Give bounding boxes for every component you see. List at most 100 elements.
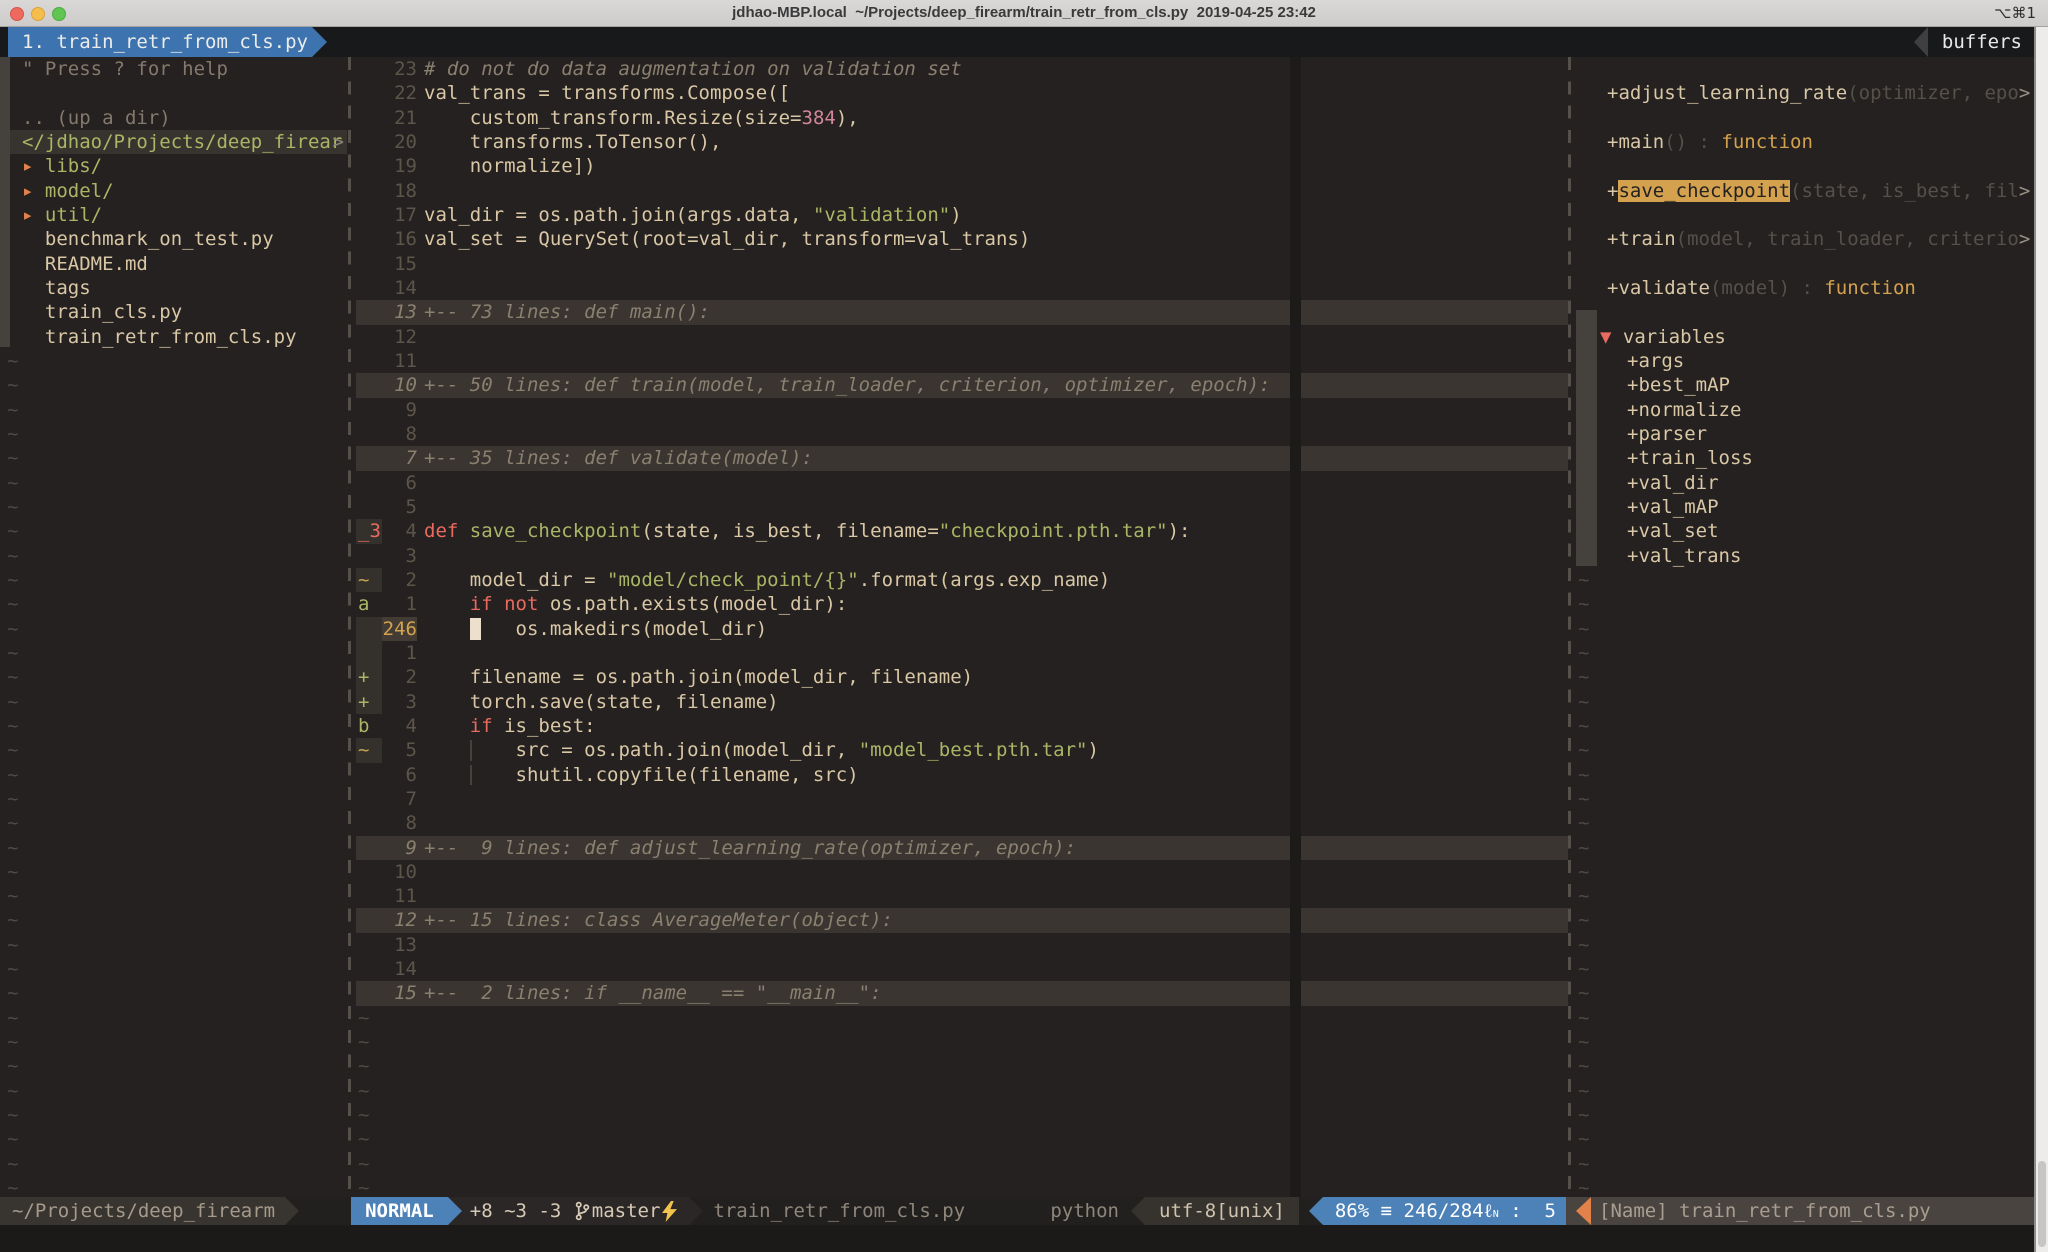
empty-line bbox=[1574, 300, 2036, 324]
code-line[interactable]: 11 bbox=[356, 349, 1568, 373]
code-line[interactable]: 13 bbox=[356, 933, 1568, 957]
tree-item[interactable]: " Press ? for help bbox=[0, 57, 347, 81]
empty-line: ~ bbox=[0, 519, 347, 543]
empty-line: ~ bbox=[1574, 860, 2036, 884]
empty-line: ~ bbox=[0, 957, 347, 981]
powerline-arrow-icon bbox=[1309, 1197, 1323, 1225]
tree-item[interactable]: ▸ util/ bbox=[0, 203, 347, 227]
code-line[interactable]: 5 bbox=[356, 495, 1568, 519]
empty-line: ~ bbox=[0, 446, 347, 470]
tag-entry[interactable]: +save_checkpoint(state, is_best, fil> bbox=[1574, 179, 2036, 203]
tree-item[interactable]: .. (up a dir) bbox=[0, 106, 347, 130]
empty-line: ~ bbox=[1574, 1006, 2036, 1030]
tag-entry[interactable]: +parser bbox=[1574, 422, 2036, 446]
cursor-line[interactable]: 246 os.makedirs(model_dir) bbox=[356, 617, 1568, 641]
empty-line: ~ bbox=[1574, 665, 2036, 689]
code-pane[interactable]: 23# do not do data augmentation on valid… bbox=[356, 57, 1568, 1197]
terminal-window: jdhao-MBP.local ~/Projects/deep_firearm/… bbox=[0, 0, 2048, 1252]
folded-line[interactable]: 7+-- 35 lines: def validate(model): bbox=[356, 446, 1568, 470]
code-line[interactable]: 11 bbox=[356, 884, 1568, 908]
folded-line[interactable]: 9+-- 9 lines: def adjust_learning_rate(o… bbox=[356, 836, 1568, 860]
tag-entry[interactable]: +val_mAP bbox=[1574, 495, 2036, 519]
code-line[interactable]: 7 bbox=[356, 787, 1568, 811]
tree-item[interactable]: </jdhao/Projects/deep_firear> bbox=[0, 130, 347, 154]
tab-train-retr-from-cls[interactable]: 1. train_retr_from_cls.py bbox=[8, 27, 327, 57]
tag-entry[interactable]: +args bbox=[1574, 349, 2036, 373]
indent-guide bbox=[470, 765, 472, 785]
folded-line[interactable]: 10+-- 50 lines: def train(model, train_l… bbox=[356, 373, 1568, 397]
code-line[interactable]: 19 normalize]) bbox=[356, 154, 1568, 178]
tree-item[interactable]: ▸ libs/ bbox=[0, 154, 347, 178]
fold-open-icon[interactable]: ▼ bbox=[1600, 326, 1623, 348]
tag-entry[interactable]: +normalize bbox=[1574, 398, 2036, 422]
code-line[interactable]: 8 bbox=[356, 811, 1568, 835]
empty-line: ~ bbox=[1574, 1176, 2036, 1197]
command-line[interactable] bbox=[0, 1225, 2048, 1252]
empty-line: ~ bbox=[0, 884, 347, 908]
tree-item[interactable]: tags bbox=[0, 276, 347, 300]
nerdtree-scrollbar[interactable] bbox=[0, 57, 10, 347]
empty-line: ~ bbox=[1574, 884, 2036, 908]
tag-entry[interactable]: +validate(model) : function bbox=[1574, 276, 2036, 300]
code-line[interactable]: 15 bbox=[356, 252, 1568, 276]
tree-item[interactable]: README.md bbox=[0, 252, 347, 276]
empty-line: ~ bbox=[0, 592, 347, 616]
code-line[interactable]: 14 bbox=[356, 957, 1568, 981]
tree-item[interactable]: benchmark_on_test.py bbox=[0, 227, 347, 251]
window-separator-right[interactable] bbox=[1568, 57, 1571, 1197]
code-line[interactable]: 20 transforms.ToTensor(), bbox=[356, 130, 1568, 154]
empty-line bbox=[0, 81, 347, 105]
empty-line: ~ bbox=[1574, 1030, 2036, 1054]
tree-item[interactable]: ▸ model/ bbox=[0, 179, 347, 203]
filetype-indicator: python bbox=[1050, 1197, 1131, 1225]
code-line[interactable]: 14 bbox=[356, 276, 1568, 300]
code-line[interactable]: _34def save_checkpoint(state, is_best, f… bbox=[356, 519, 1568, 543]
code-line[interactable]: 17val_dir = os.path.join(args.data, "val… bbox=[356, 203, 1568, 227]
empty-line: ~ bbox=[1574, 1054, 2036, 1078]
code-line[interactable]: 1 bbox=[356, 641, 1568, 665]
empty-line: ~ bbox=[0, 544, 347, 568]
code-line[interactable]: 9 bbox=[356, 398, 1568, 422]
code-line[interactable]: ~5 src = os.path.join(model_dir, "model_… bbox=[356, 738, 1568, 762]
tag-entry[interactable]: +val_set bbox=[1574, 519, 2036, 543]
code-line[interactable]: 21 custom_transform.Resize(size=384), bbox=[356, 106, 1568, 130]
code-line[interactable]: 23# do not do data augmentation on valid… bbox=[356, 57, 1568, 81]
folded-line[interactable]: 15+-- 2 lines: if __name__ == "__main__"… bbox=[356, 981, 1568, 1005]
empty-line: ~ bbox=[356, 1030, 1568, 1054]
powerline-arrow-icon bbox=[448, 1197, 462, 1225]
tag-entry[interactable]: +best_mAP bbox=[1574, 373, 2036, 397]
code-line[interactable]: +2 filename = os.path.join(model_dir, fi… bbox=[356, 665, 1568, 689]
code-line[interactable]: 8 bbox=[356, 422, 1568, 446]
folded-line[interactable]: 13+-- 73 lines: def main(): bbox=[356, 300, 1568, 324]
git-status: +8 ~3 -3 master bbox=[462, 1197, 690, 1225]
empty-line: ~ bbox=[356, 1152, 1568, 1176]
code-line[interactable]: 10 bbox=[356, 860, 1568, 884]
tree-item[interactable]: train_cls.py bbox=[0, 300, 347, 324]
tag-entry[interactable]: +val_dir bbox=[1574, 471, 2036, 495]
macos-scrollbar-track[interactable] bbox=[2034, 27, 2048, 1252]
tag-entry[interactable]: +val_trans bbox=[1574, 544, 2036, 568]
tree-item[interactable]: train_retr_from_cls.py bbox=[0, 325, 347, 349]
code-line[interactable]: 22val_trans = transforms.Compose([ bbox=[356, 81, 1568, 105]
code-line[interactable]: 3 bbox=[356, 544, 1568, 568]
tabline: 1. train_retr_from_cls.py buffers bbox=[0, 27, 2048, 57]
tag-entry[interactable]: +main() : function bbox=[1574, 130, 2036, 154]
code-line[interactable]: 6 bbox=[356, 471, 1568, 495]
folded-line[interactable]: 12+-- 15 lines: class AverageMeter(objec… bbox=[356, 908, 1568, 932]
tag-entry[interactable]: ▼ variables bbox=[1574, 325, 2036, 349]
code-line[interactable]: 12 bbox=[356, 325, 1568, 349]
code-line[interactable]: a1 if not os.path.exists(model_dir): bbox=[356, 592, 1568, 616]
code-line[interactable]: 18 bbox=[356, 179, 1568, 203]
tagbar-scrollbar[interactable] bbox=[1576, 310, 1597, 566]
code-line[interactable]: b4 if is_best: bbox=[356, 714, 1568, 738]
code-line[interactable]: ~2 model_dir = "model/check_point/{}".fo… bbox=[356, 568, 1568, 592]
macos-scrollbar-thumb[interactable] bbox=[2038, 1161, 2046, 1247]
window-separator-left[interactable] bbox=[348, 57, 351, 1197]
code-line[interactable]: +3 torch.save(state, filename) bbox=[356, 690, 1568, 714]
code-line[interactable]: 6 shutil.copyfile(filename, src) bbox=[356, 763, 1568, 787]
empty-line: ~ bbox=[1574, 1127, 2036, 1151]
tag-entry[interactable]: +train_loss bbox=[1574, 446, 2036, 470]
tag-entry[interactable]: +train(model, train_loader, criterio> bbox=[1574, 227, 2036, 251]
tag-entry[interactable]: +adjust_learning_rate(optimizer, epo> bbox=[1574, 81, 2036, 105]
code-line[interactable]: 16val_set = QuerySet(root=val_dir, trans… bbox=[356, 227, 1568, 251]
